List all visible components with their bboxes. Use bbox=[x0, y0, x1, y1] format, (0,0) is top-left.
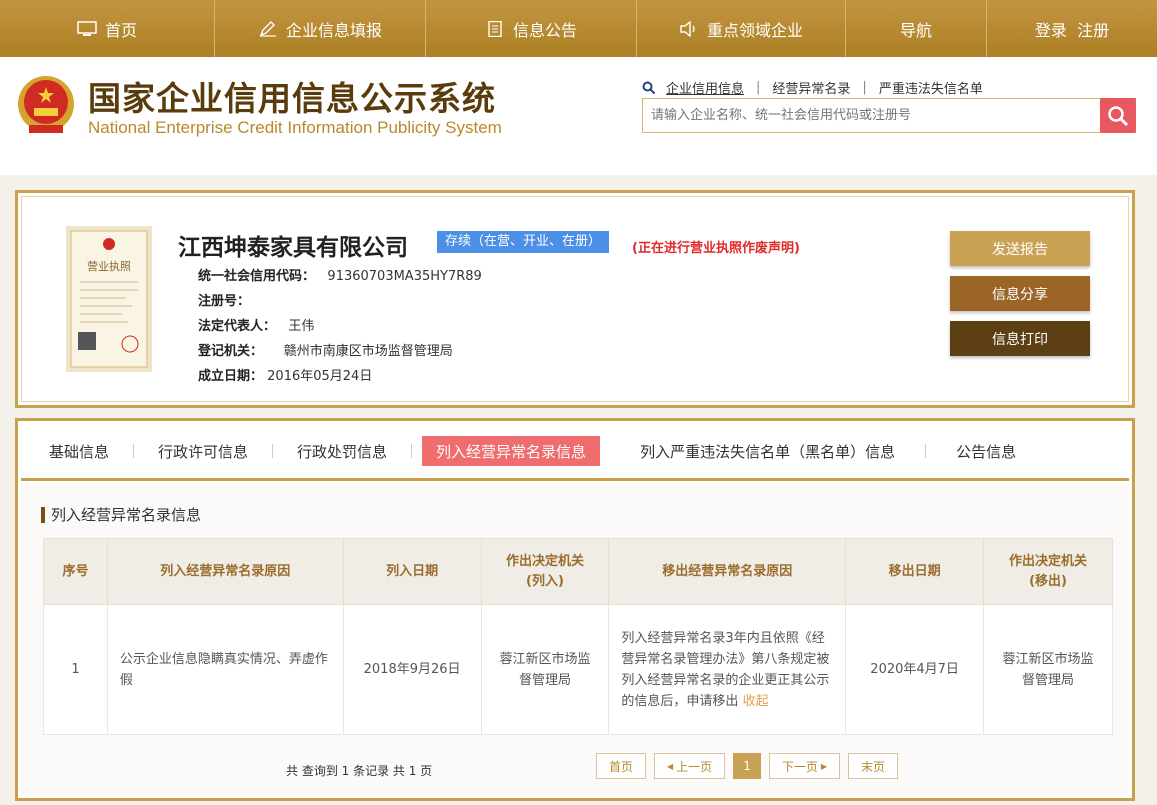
page-prev-button[interactable]: ◀ 上一页 bbox=[654, 753, 726, 779]
col-date-out: 移出日期 bbox=[845, 538, 985, 605]
page-current[interactable]: 1 bbox=[733, 753, 761, 779]
value: 王伟 bbox=[288, 319, 315, 334]
document-icon bbox=[488, 20, 502, 37]
table-row: 1 公示企业信息隐瞒真实情况、弄虚作假 2018年9月26日 蓉江新区市场监督管… bbox=[43, 604, 1113, 735]
col-org-in: 作出决定机关(列入) bbox=[480, 538, 610, 605]
label: 注册号： bbox=[198, 294, 251, 309]
site-subtitle: National Enterprise Credit Information P… bbox=[88, 118, 502, 137]
cell-date-out: 2020年4月7日 bbox=[845, 604, 985, 735]
abnormal-table: 序号 列入经营异常名录原因 列入日期 作出决定机关(列入) 移出经营异常名录原因… bbox=[43, 538, 1113, 735]
nav-login-register[interactable]: 登录 注册 bbox=[987, 0, 1157, 57]
quick-link-blacklist[interactable]: 严重违法失信名单 bbox=[879, 78, 983, 97]
label: 成立日期： bbox=[198, 369, 264, 384]
info-reg-number: 注册号： bbox=[198, 290, 250, 309]
reason-out-text: 列入经营异常名录3年内且依照《经营异常名录管理办法》第八条规定被列入经营异常名录… bbox=[621, 630, 830, 709]
send-report-button[interactable]: 发送报告 bbox=[950, 231, 1090, 266]
search-icon bbox=[1108, 105, 1129, 126]
license-void-notice[interactable]: (正在进行营业执照作废声明) bbox=[632, 237, 800, 256]
page-next-label: 下一页 bbox=[781, 759, 818, 774]
label: 法定代表人： bbox=[198, 319, 277, 334]
national-emblem-icon bbox=[18, 76, 74, 133]
site-header: 国家企业信用信息公示系统 National Enterprise Credit … bbox=[0, 57, 1157, 175]
cell-org-out: 蓉江新区市场监督管理局 bbox=[983, 604, 1113, 735]
page-last-button[interactable]: 末页 bbox=[848, 753, 899, 779]
tab-divider bbox=[411, 444, 413, 458]
site-title: 国家企业信用信息公示系统 bbox=[88, 79, 496, 118]
chevron-right-icon: ▶ bbox=[820, 761, 827, 771]
page-next-button[interactable]: 下一页 ▶ bbox=[768, 753, 840, 779]
search-button[interactable] bbox=[1100, 98, 1136, 133]
quick-links: 企业信用信息 | 经营异常名录 | 严重违法失信名单 bbox=[642, 78, 983, 97]
pen-icon bbox=[259, 20, 276, 37]
abnormal-section: 列入经营异常名录信息 序号 列入经营异常名录原因 列入日期 作出决定机关(列入)… bbox=[21, 484, 1129, 795]
tab-announcement[interactable]: 公告信息 bbox=[942, 436, 1030, 466]
value: 91360703MA35HY7R89 bbox=[327, 269, 482, 284]
section-title: 列入经营异常名录信息 bbox=[41, 507, 201, 523]
info-established: 成立日期： 2016年05月24日 bbox=[198, 365, 372, 384]
speaker-icon bbox=[680, 20, 695, 37]
divider: | bbox=[862, 80, 867, 95]
label: 登记机关： bbox=[198, 344, 264, 359]
top-nav: 首页 企业信息填报 信息公告 重点领域企业 导航 登录 注册 bbox=[0, 0, 1157, 57]
cell-reason-out: 列入经营异常名录3年内且依照《经营异常名录管理办法》第八条规定被列入经营异常名录… bbox=[608, 604, 847, 735]
page-prev-label: 上一页 bbox=[676, 759, 713, 774]
nav-guide-label: 导航 bbox=[899, 20, 932, 40]
label: 统一社会信用代码： bbox=[198, 269, 316, 284]
value: 2016年05月24日 bbox=[267, 369, 373, 384]
nav-guide[interactable]: 导航 bbox=[846, 0, 987, 57]
nav-announcement[interactable]: 信息公告 bbox=[426, 0, 637, 57]
nav-announcement-label: 信息公告 bbox=[512, 20, 577, 40]
search-bar bbox=[642, 98, 1136, 133]
tab-admin-penalty[interactable]: 行政处罚信息 bbox=[283, 436, 401, 466]
print-info-button[interactable]: 信息打印 bbox=[950, 321, 1090, 356]
col-reason-in: 列入经营异常名录原因 bbox=[106, 538, 344, 605]
monitor-icon bbox=[77, 20, 97, 36]
page-first-button[interactable]: 首页 bbox=[596, 753, 647, 779]
tab-divider bbox=[133, 444, 135, 458]
nav-key-enterprise-label: 重点领域企业 bbox=[706, 20, 803, 40]
nav-enterprise-fill-label: 企业信息填报 bbox=[285, 20, 382, 40]
status-badge: 存续（在营、开业、在册） bbox=[437, 231, 610, 253]
col-index: 序号 bbox=[43, 538, 108, 605]
collapse-link[interactable]: 收起 bbox=[743, 694, 769, 709]
col-date-in: 列入日期 bbox=[342, 538, 482, 605]
value: 赣州市南康区市场监督管理局 bbox=[283, 344, 453, 359]
quick-link-abnormal[interactable]: 经营异常名录 bbox=[772, 78, 850, 97]
tab-blacklist[interactable]: 列入严重违法失信名单（黑名单）信息 bbox=[626, 436, 909, 466]
tab-divider bbox=[925, 444, 927, 458]
business-license-image: 营业执照 bbox=[66, 226, 152, 372]
nav-home[interactable]: 首页 bbox=[0, 0, 215, 57]
cell-index: 1 bbox=[43, 604, 108, 735]
company-card: 营业执照 江西坤泰家具有限公司 存续（在营、开业、在册） (正在进行营业执照作废… bbox=[15, 190, 1135, 408]
cell-date-in: 2018年9月26日 bbox=[342, 604, 482, 735]
quick-link-credit[interactable]: 企业信用信息 bbox=[666, 78, 744, 97]
divider: | bbox=[756, 80, 761, 95]
cell-org-in: 蓉江新区市场监督管理局 bbox=[480, 604, 610, 735]
cell-reason-in: 公示企业信息隐瞒真实情况、弄虚作假 bbox=[106, 604, 344, 735]
search-input[interactable] bbox=[643, 99, 1100, 132]
info-credit-code: 统一社会信用代码： 91360703MA35HY7R89 bbox=[198, 265, 482, 284]
company-name: 江西坤泰家具有限公司 bbox=[178, 235, 408, 261]
col-org-out: 作出决定机关(移出) bbox=[983, 538, 1113, 605]
tab-divider bbox=[272, 444, 274, 458]
info-authority: 登记机关： 赣州市南康区市场监督管理局 bbox=[198, 340, 453, 359]
chevron-left-icon: ◀ bbox=[667, 761, 674, 771]
nav-login-register-label: 登录 注册 bbox=[1034, 20, 1110, 40]
detail-panel: 基础信息 行政许可信息 行政处罚信息 列入经营异常名录信息 列入严重违法失信名单… bbox=[15, 418, 1135, 801]
license-title: 营业执照 bbox=[87, 259, 131, 273]
tab-admin-license[interactable]: 行政许可信息 bbox=[144, 436, 262, 466]
share-info-button[interactable]: 信息分享 bbox=[950, 276, 1090, 311]
record-count: 共 查询到 1 条记录 共 1 页 bbox=[286, 764, 433, 778]
info-legal-rep: 法定代表人： 王伟 bbox=[198, 315, 314, 334]
pagination: 首页 ◀ 上一页 1 下一页 ▶ 末页 bbox=[596, 753, 899, 779]
tab-abnormal-list[interactable]: 列入经营异常名录信息 bbox=[422, 436, 601, 466]
tab-bar: 基础信息 行政许可信息 行政处罚信息 列入经营异常名录信息 列入严重违法失信名单… bbox=[21, 424, 1129, 481]
col-reason-out: 移出经营异常名录原因 bbox=[608, 538, 847, 605]
nav-key-enterprise[interactable]: 重点领域企业 bbox=[637, 0, 846, 57]
tab-basic-info[interactable]: 基础信息 bbox=[35, 436, 123, 466]
nav-home-label: 首页 bbox=[104, 20, 137, 40]
nav-enterprise-fill[interactable]: 企业信息填报 bbox=[215, 0, 426, 57]
table-header-row: 序号 列入经营异常名录原因 列入日期 作出决定机关(列入) 移出经营异常名录原因… bbox=[43, 538, 1113, 605]
search-small-icon bbox=[642, 81, 656, 94]
